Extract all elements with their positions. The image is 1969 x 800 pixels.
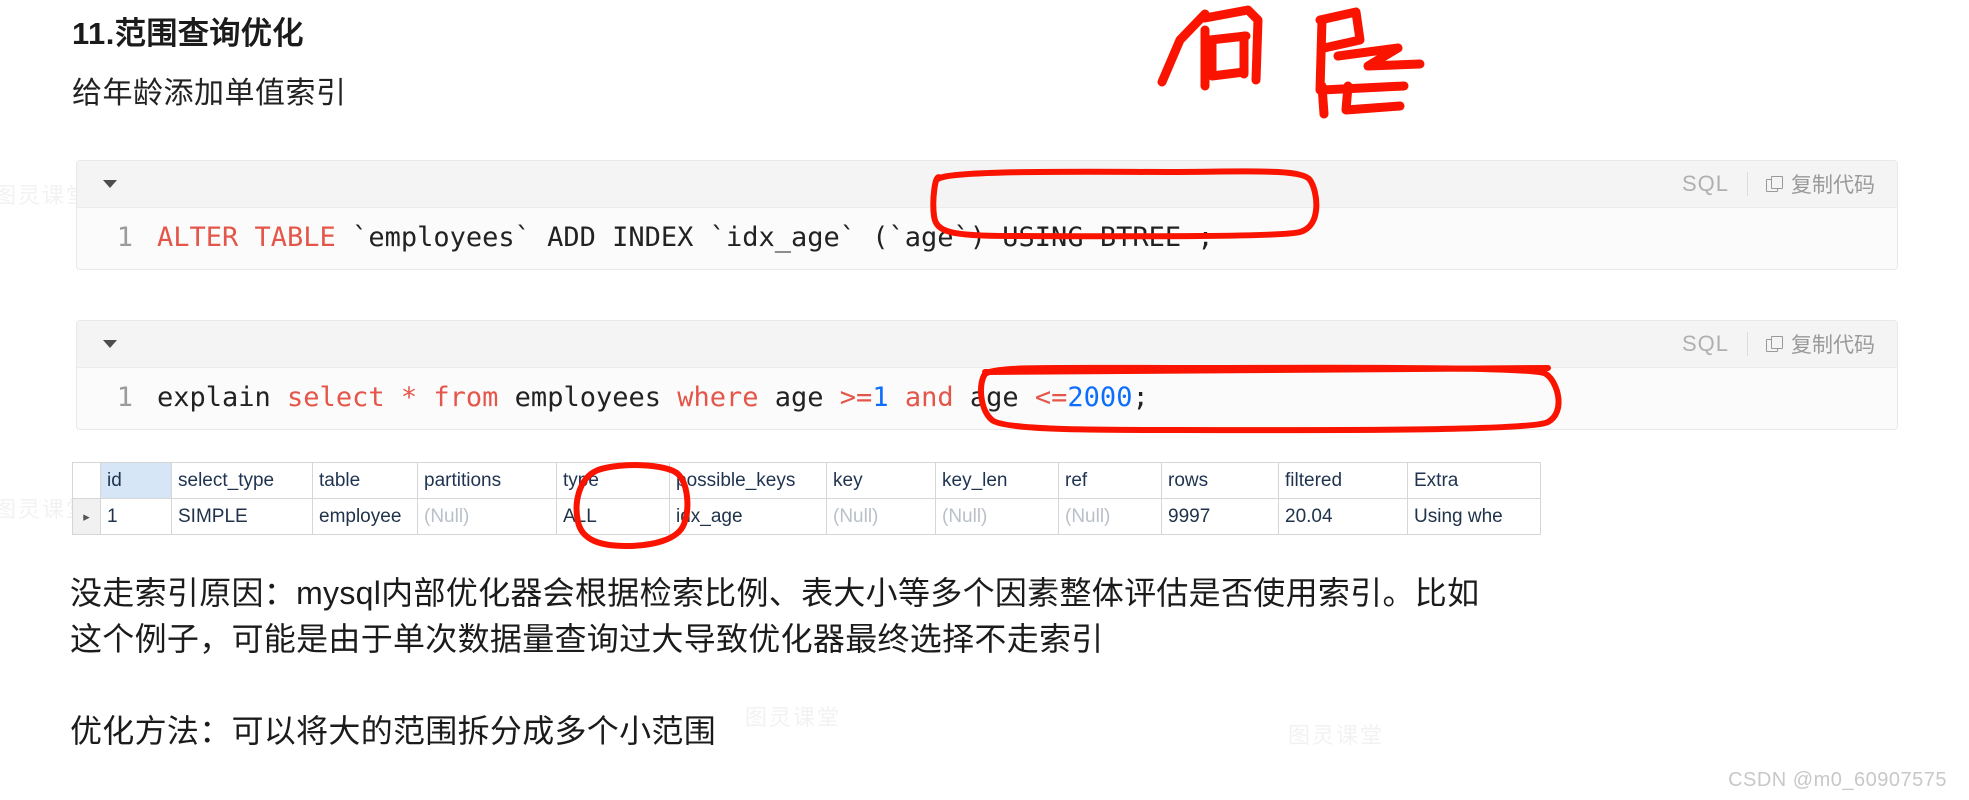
code-line[interactable]: explain select * from employees where ag…: [137, 382, 1149, 413]
table-row[interactable]: ▸ 1 SIMPLE employee (Null) ALL idx_age (…: [72, 498, 1541, 535]
row-marker: ▸: [72, 498, 101, 535]
copy-code-label: 复制代码: [1791, 174, 1875, 197]
code-language-label: SQL: [1681, 331, 1729, 356]
column-header-filtered[interactable]: filtered: [1278, 462, 1408, 499]
column-header-id[interactable]: id: [100, 462, 172, 499]
cell-key: (Null): [826, 498, 936, 535]
column-header-extra[interactable]: Extra: [1407, 462, 1541, 499]
column-header-key[interactable]: key: [826, 462, 936, 499]
optimization-paragraph: 优化方法：可以将大的范围拆分成多个小范围: [70, 713, 717, 749]
cell-ref: (Null): [1058, 498, 1162, 535]
copy-icon: [1766, 175, 1783, 193]
column-header-partitions[interactable]: partitions: [417, 462, 557, 499]
explain-result-table: id select_type table partitions type pos…: [72, 462, 1541, 535]
cell-extra: Using whe: [1407, 498, 1541, 535]
page-subtitle: 给年龄添加单值索引: [72, 77, 347, 110]
divider: [1747, 332, 1748, 356]
line-number: 1: [116, 222, 133, 253]
cell-table: employee: [312, 498, 418, 535]
row-marker-header: [72, 462, 101, 499]
column-header-type[interactable]: type: [556, 462, 670, 499]
cell-id: 1: [100, 498, 172, 535]
code-block-alter-table: SQL 复制代码 1 ALTER TABLE `employees` ADD I…: [76, 160, 1898, 270]
divider: [1747, 172, 1748, 196]
table-header-row: id select_type table partitions type pos…: [72, 462, 1541, 499]
explanation-line-2: 这个例子，可能是由于单次数据量查询过大导致优化器最终选择不走索引: [70, 621, 1104, 657]
line-number: 1: [116, 382, 133, 413]
explanation-line-1: 没走索引原因：mysql内部优化器会根据检索比例、表大小等多个因素整体评估是否使…: [70, 575, 1480, 611]
cell-rows: 9997: [1161, 498, 1279, 535]
copy-code-label: 复制代码: [1791, 334, 1875, 357]
cell-select-type: SIMPLE: [171, 498, 313, 535]
column-header-key-len[interactable]: key_len: [935, 462, 1059, 499]
cell-filtered: 20.04: [1278, 498, 1408, 535]
csdn-watermark: CSDN @m0_60907575: [1728, 769, 1947, 791]
column-header-rows[interactable]: rows: [1161, 462, 1279, 499]
cell-possible-keys: idx_age: [669, 498, 827, 535]
explanation-paragraph: 没走索引原因：mysql内部优化器会根据检索比例、表大小等多个因素整体评估是否使…: [70, 570, 1930, 662]
code-body: 1 explain select * from employees where …: [77, 368, 1897, 429]
code-line[interactable]: ALTER TABLE `employees` ADD INDEX `idx_a…: [137, 222, 1214, 253]
cell-key-len: (Null): [935, 498, 1059, 535]
column-header-possible-keys[interactable]: possible_keys: [669, 462, 827, 499]
triangle-down-icon[interactable]: [103, 340, 117, 348]
code-header-actions: SQL 复制代码: [1682, 169, 1875, 199]
column-header-table[interactable]: table: [312, 462, 418, 499]
cell-partitions: (Null): [417, 498, 557, 535]
column-header-ref[interactable]: ref: [1058, 462, 1162, 499]
code-language-label: SQL: [1681, 171, 1729, 196]
code-block-explain-select: SQL 复制代码 1 explain select * from employe…: [76, 320, 1898, 430]
code-header-actions: SQL 复制代码: [1682, 329, 1875, 359]
handwriting-he-dao-annotation: [1157, 5, 1425, 119]
cell-type: ALL: [556, 498, 670, 535]
column-header-select-type[interactable]: select_type: [171, 462, 313, 499]
copy-code-button[interactable]: 复制代码: [1766, 169, 1875, 199]
triangle-down-icon[interactable]: [103, 180, 117, 188]
code-body: 1 ALTER TABLE `employees` ADD INDEX `idx…: [77, 208, 1897, 269]
code-block-header: SQL 复制代码: [77, 321, 1897, 368]
copy-icon: [1766, 335, 1783, 353]
copy-code-button[interactable]: 复制代码: [1766, 329, 1875, 359]
page-title: 11.范围查询优化: [72, 16, 304, 51]
code-block-header: SQL 复制代码: [77, 161, 1897, 208]
